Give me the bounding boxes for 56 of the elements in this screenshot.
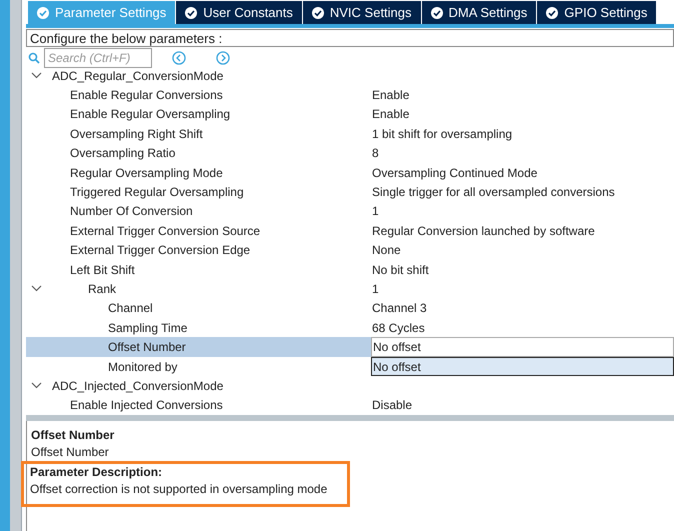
parameter-value: 68 Cycles xyxy=(371,320,426,337)
parameter-value: 1 xyxy=(371,280,380,298)
parameter-label: Enable Regular Oversampling xyxy=(70,106,230,124)
description-heading: Parameter Description: xyxy=(30,464,164,482)
previous-icon[interactable] xyxy=(172,51,186,65)
description-title: Offset Number xyxy=(31,427,116,444)
parameter-value: Channel 3 xyxy=(371,300,428,318)
chevron-icon[interactable] xyxy=(30,382,42,390)
parameter-label: Rank xyxy=(88,280,116,298)
parameter-value: Enable xyxy=(371,106,410,124)
parameter-value: Regular Conversion launched by software xyxy=(371,222,596,240)
chevron-icon[interactable] xyxy=(30,285,42,292)
parameter-value: Single trigger for all oversampled conversions xyxy=(371,184,616,202)
parameter-label: External Trigger Conversion Edge xyxy=(70,242,250,260)
value-field[interactable]: No offset xyxy=(371,337,674,357)
parameter-value: 1 bit shift for oversampling xyxy=(371,126,514,143)
parameter-value: Enable xyxy=(371,87,410,104)
check-circle-icon xyxy=(185,6,198,18)
parameter-label: Triggered Regular Oversampling xyxy=(70,184,244,202)
check-circle-icon xyxy=(430,6,443,18)
parameter-label: Number Of Conversion xyxy=(70,203,193,220)
parameter-label: External Trigger Conversion Source xyxy=(70,222,260,240)
chevron-icon[interactable] xyxy=(30,72,42,80)
next-icon[interactable] xyxy=(216,51,230,65)
parameter-value: Disable xyxy=(371,397,414,414)
parameter-label: Enable Injected Conversions xyxy=(70,397,223,414)
parameter-value: 1 xyxy=(371,203,380,220)
parameter-value: None xyxy=(371,242,402,260)
check-circle-icon xyxy=(546,6,558,18)
description-text: Offset correction is not supported in oversampling mode xyxy=(30,481,328,498)
tab[interactable]: User Constants xyxy=(176,1,303,24)
parameter-label: Sampling Time xyxy=(108,320,188,337)
tab[interactable]: GPIO Settings xyxy=(537,1,658,24)
value-field[interactable]: No offset xyxy=(371,356,674,376)
parameter-label: Channel xyxy=(108,300,153,318)
group-label: ADC_Injected_ConversionMode xyxy=(52,378,224,395)
parameter-label: Left Bit Shift xyxy=(70,262,135,279)
search-icon[interactable] xyxy=(28,52,40,64)
parameter-name: Offset Number xyxy=(31,444,110,462)
group-label: ADC_Regular_ConversionMode xyxy=(52,68,224,85)
configure-label: Configure the below parameters : xyxy=(26,29,674,47)
parameter-label: Offset Number xyxy=(108,339,186,356)
tab[interactable]: NVIC Settings xyxy=(302,1,422,24)
parameter-label: Oversampling Right Shift xyxy=(70,126,203,143)
search-field[interactable]: Search (Ctrl+F) xyxy=(44,48,152,68)
check-circle-icon xyxy=(37,6,49,18)
parameter-value: 8 xyxy=(371,145,380,162)
parameter-value: No bit shift xyxy=(371,262,430,279)
check-circle-icon xyxy=(312,6,324,18)
parameter-value: Oversampling Continued Mode xyxy=(371,164,538,182)
selected-row[interactable]: Offset Number xyxy=(26,337,371,357)
tab[interactable]: DMA Settings xyxy=(422,1,538,24)
parameter-label: Monitored by xyxy=(108,358,178,376)
parameter-label: Regular Oversampling Mode xyxy=(70,164,223,182)
parameter-label: Enable Regular Conversions xyxy=(70,87,223,104)
parameter-label: Oversampling Ratio xyxy=(70,145,176,162)
